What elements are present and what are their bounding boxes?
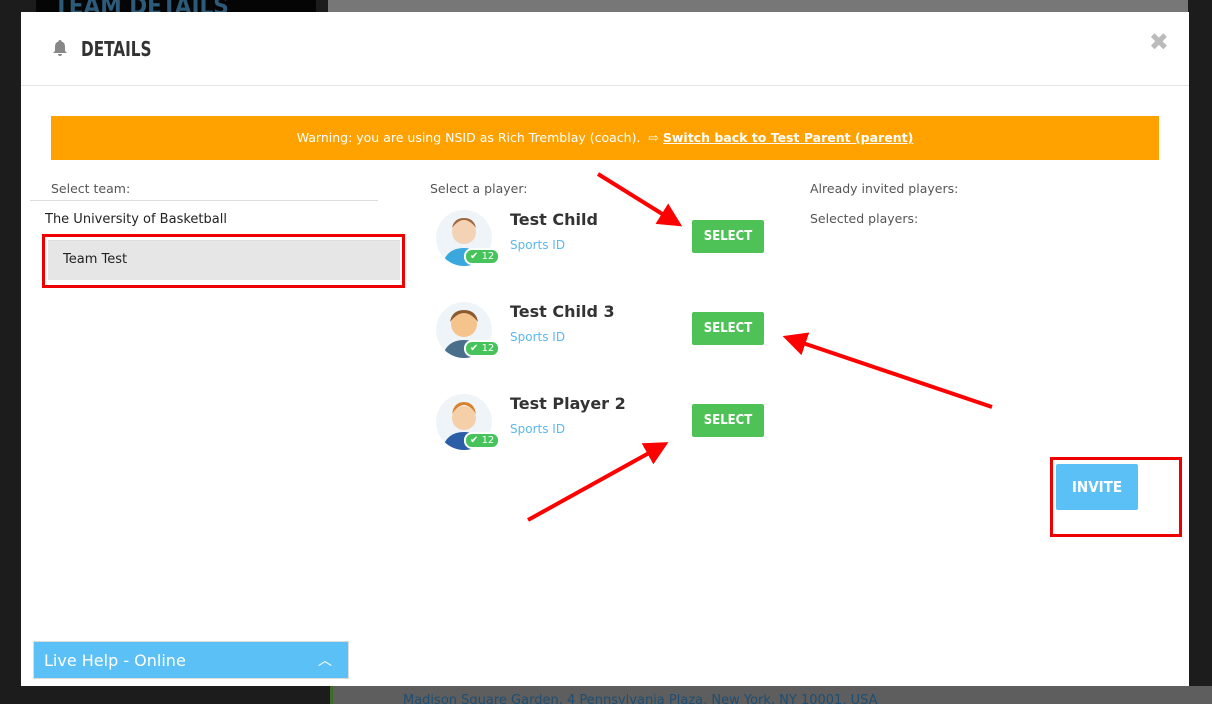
select-team-label: Select team: [51,181,131,196]
background-panel [328,0,1188,12]
background-address: Madison Square Garden, 4 Pennsylvania Pl… [330,686,1212,704]
annotation-box [1050,457,1182,537]
player-name: Test Player 2 [510,394,626,413]
sports-id-link[interactable]: Sports ID [510,422,565,436]
impersonation-warning: Warning: you are using NSID as Rich Trem… [51,116,1159,160]
selected-players-label: Selected players: [810,211,919,226]
player-name: Test Child 3 [510,302,615,321]
live-help-label: Live Help - Online [44,651,186,670]
switch-icon: ⇨ [648,130,659,145]
bell-icon [53,40,67,56]
live-help-widget[interactable]: Live Help - Online ︿ [33,641,349,679]
warning-text: Warning: you are using NSID as Rich Trem… [296,130,641,145]
close-icon[interactable]: ✖ [1149,28,1169,56]
player-row: ✔ 12 Test Player 2 Sports ID SELECT [436,394,776,464]
player-name: Test Child [510,210,598,229]
modal-title: DETAILS [81,37,152,61]
player-row: ✔ 12 Test Child Sports ID SELECT [436,210,776,280]
select-player-label: Select a player: [430,181,528,196]
verified-badge: ✔ 12 [464,340,501,357]
select-button[interactable]: SELECT [692,404,764,437]
select-button[interactable]: SELECT [692,220,764,253]
switch-back-link[interactable]: Switch back to Test Parent (parent) [663,130,913,145]
verified-badge: ✔ 12 [464,248,501,265]
already-invited-label: Already invited players: [810,181,959,196]
background-page-title: TEAM DETAILS [36,0,316,12]
annotation-box [42,234,405,288]
player-row: ✔ 12 Test Child 3 Sports ID SELECT [436,302,776,372]
modal-header: DETAILS ✖ [21,12,1189,86]
sports-id-link[interactable]: Sports ID [510,238,565,252]
chevron-up-icon[interactable]: ︿ [318,642,332,680]
verified-badge: ✔ 12 [464,432,501,449]
select-button[interactable]: SELECT [692,312,764,345]
sports-id-link[interactable]: Sports ID [510,330,565,344]
